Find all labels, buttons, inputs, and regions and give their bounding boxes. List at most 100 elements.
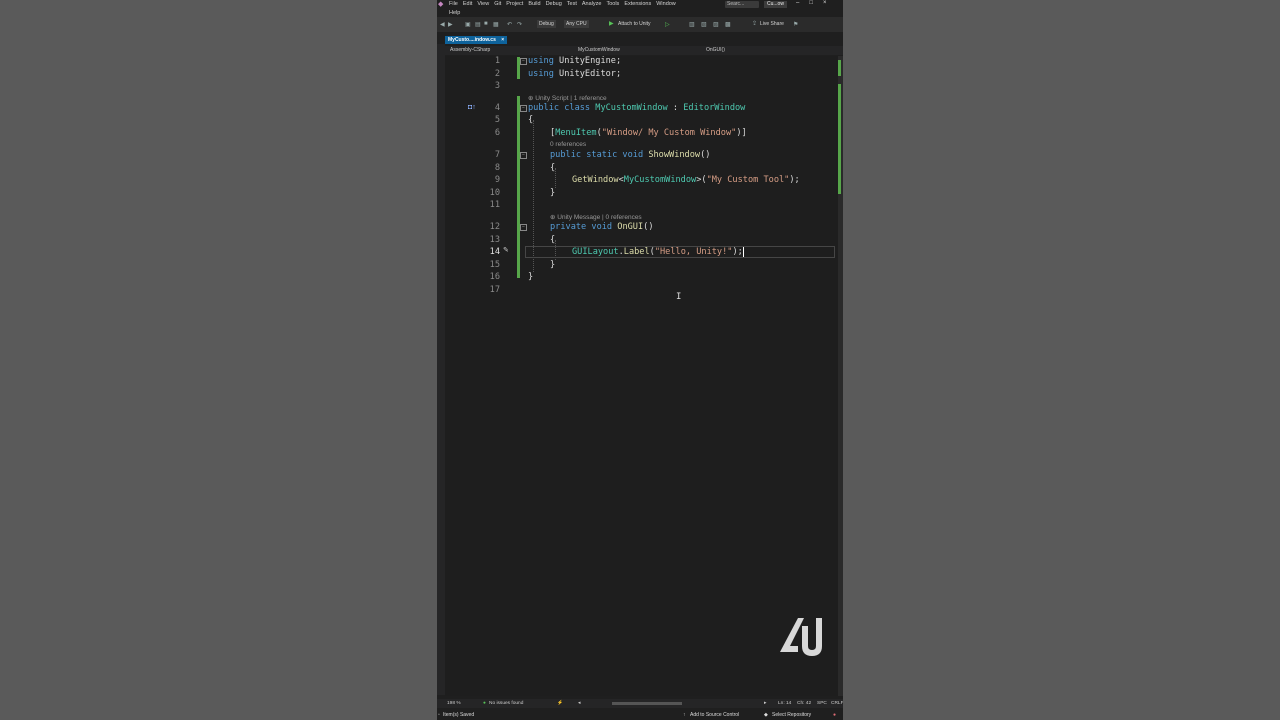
attach-to-unity-button[interactable]: Attach to Unity bbox=[618, 21, 651, 27]
search-box[interactable]: Searc... bbox=[725, 1, 759, 8]
menu-tools[interactable]: Tools bbox=[606, 1, 619, 7]
mouse-ibeam-cursor-icon: I bbox=[676, 292, 682, 302]
start-icon[interactable]: ▶ bbox=[609, 20, 614, 27]
code-line-6: [MenuItem("Window/ My Custom Window")] bbox=[550, 128, 747, 138]
scroll-change-marker bbox=[838, 84, 841, 194]
toolbar-icon[interactable]: ▥ bbox=[689, 21, 695, 28]
code-line-14: GUILayout.Label("Hello, Unity!"); bbox=[572, 247, 744, 257]
code-line-16: } bbox=[528, 272, 534, 282]
collapse-icon[interactable]: − bbox=[520, 152, 527, 159]
close-tab-icon[interactable]: × bbox=[501, 37, 504, 43]
code-line-9: GetWindow<MyCustomWindow>("My Custom Too… bbox=[572, 175, 800, 185]
codelens-ongui[interactable]: ⊕ Unity Message | 0 references bbox=[550, 213, 642, 221]
scroll-right-icon[interactable]: ▸ bbox=[764, 699, 766, 708]
save-all-icon[interactable]: ▦ bbox=[493, 21, 499, 28]
code-line-7: public static void ShowWindow() bbox=[550, 150, 711, 160]
status-bar: ▫ Item(s) Saved ↑ Add to Source Control … bbox=[437, 710, 843, 720]
tab-label: MyCusto....indow.cs bbox=[448, 37, 496, 43]
check-icon: ● bbox=[483, 701, 486, 706]
menu-project[interactable]: Project bbox=[506, 1, 523, 7]
save-icon[interactable]: ■ bbox=[484, 21, 488, 27]
undo-icon[interactable]: ↶ bbox=[507, 21, 512, 28]
window-controls: – □ × bbox=[796, 0, 826, 6]
notification-icon[interactable]: ● bbox=[833, 710, 836, 720]
maximize-icon[interactable]: □ bbox=[809, 0, 813, 6]
repository-icon[interactable]: ◆ bbox=[764, 710, 768, 720]
line-number: 15 bbox=[489, 260, 500, 270]
minimize-icon[interactable]: – bbox=[796, 0, 799, 6]
line-number: 11 bbox=[489, 200, 500, 210]
status-message: Item(s) Saved bbox=[443, 712, 475, 718]
menu-build[interactable]: Build bbox=[528, 1, 540, 7]
back-icon[interactable]: ◀ bbox=[440, 21, 445, 28]
live-share-button[interactable]: Live Share bbox=[760, 21, 784, 27]
whitespace-indicator[interactable]: SPC bbox=[817, 699, 827, 708]
toolbar-icon[interactable]: ▧ bbox=[701, 21, 707, 28]
channel-logo-watermark bbox=[780, 618, 822, 656]
project-dropdown[interactable]: Assembly-CSharp bbox=[450, 46, 490, 55]
codelens-showwindow[interactable]: 0 references bbox=[550, 141, 586, 148]
menu-edit[interactable]: Edit bbox=[463, 1, 472, 7]
horizontal-scrollbar[interactable] bbox=[612, 702, 682, 705]
toolbar-icon[interactable]: ▩ bbox=[725, 21, 731, 28]
code-editor[interactable]: ◘↑ − − − − ✎ 1 2 3 4 5 6 7 8 9 10 11 12 bbox=[445, 56, 842, 696]
close-icon[interactable]: × bbox=[823, 0, 827, 6]
member-dropdown[interactable]: OnGUI() bbox=[706, 46, 725, 55]
tab-mycustomwindow[interactable]: MyCusto....indow.cs × bbox=[445, 36, 508, 44]
live-share-icon[interactable]: ⇪ bbox=[752, 20, 757, 27]
run-without-debugging-icon[interactable]: ▷ bbox=[665, 21, 670, 28]
issues-indicator[interactable]: No issues found bbox=[489, 699, 523, 708]
add-to-source-control-button[interactable]: Add to Source Control bbox=[690, 710, 739, 720]
configuration-dropdown[interactable]: Debug bbox=[537, 20, 556, 28]
code-line-2: using UnityEditor; bbox=[528, 69, 622, 79]
search-text: Searc... bbox=[727, 1, 745, 7]
solution-name[interactable]: Cu...ow bbox=[764, 1, 787, 8]
menu-test[interactable]: Test bbox=[567, 1, 577, 7]
redo-icon[interactable]: ↷ bbox=[517, 21, 522, 28]
column-indicator[interactable]: Ch: 42 bbox=[797, 699, 811, 708]
code-cleanup-icon[interactable]: ⚡ bbox=[557, 699, 563, 708]
menu-analyze[interactable]: Analyze bbox=[582, 1, 602, 7]
zoom-level[interactable]: 198 % bbox=[447, 699, 461, 708]
type-dropdown[interactable]: MyCustomWindow bbox=[578, 46, 620, 55]
collapse-icon[interactable]: − bbox=[520, 224, 527, 231]
code-line-5: { bbox=[528, 115, 534, 125]
line-number: 9 bbox=[494, 175, 500, 185]
feedback-icon[interactable]: ⚑ bbox=[793, 21, 798, 28]
menu-help[interactable]: Help bbox=[449, 10, 460, 16]
line-number: 1 bbox=[494, 56, 500, 66]
menu-git[interactable]: Git bbox=[494, 1, 501, 7]
codelens-class[interactable]: ⊕ Unity Script | 1 reference bbox=[528, 94, 607, 102]
line-number: 10 bbox=[489, 188, 500, 198]
select-repository-button[interactable]: Select Repository bbox=[772, 710, 811, 720]
toolbar-icon[interactable]: ▨ bbox=[713, 21, 719, 28]
menu-window[interactable]: Window bbox=[656, 1, 676, 7]
toolbar: ◀ ▶ ▣ ▤ ■ ▦ ↶ ↷ Debug Any CPU ▶ Attach t… bbox=[437, 17, 843, 32]
line-indicator[interactable]: Ln: 14 bbox=[778, 699, 791, 708]
new-item-icon[interactable]: ▣ bbox=[465, 21, 471, 28]
code-line-12: private void OnGUI() bbox=[550, 222, 654, 232]
menu-file[interactable]: File bbox=[449, 1, 458, 7]
menu-extensions[interactable]: Extensions bbox=[624, 1, 651, 7]
scroll-change-marker bbox=[838, 60, 841, 76]
edit-pencil-icon: ✎ bbox=[503, 247, 509, 254]
menu-list: File Edit View Git Project Build Debug T… bbox=[449, 1, 676, 7]
navigation-bar: Assembly-CSharp MyCustomWindow OnGUI() bbox=[437, 46, 843, 55]
line-number: 7 bbox=[494, 150, 500, 160]
code-line-1: using UnityEngine; bbox=[528, 56, 622, 66]
collapse-icon[interactable]: − bbox=[520, 58, 527, 65]
scroll-left-icon[interactable]: ◂ bbox=[578, 699, 580, 708]
vertical-scrollbar[interactable] bbox=[838, 56, 843, 696]
collapse-icon[interactable]: − bbox=[520, 105, 527, 112]
forward-icon[interactable]: ▶ bbox=[448, 21, 453, 28]
editor-status-bar: 198 % ● No issues found ⚡ ◂ ▸ Ln: 14 Ch:… bbox=[437, 699, 843, 708]
visual-studio-logo-icon: ◆ bbox=[438, 1, 444, 8]
source-control-icon[interactable]: ↑ bbox=[683, 710, 686, 720]
menu-debug[interactable]: Debug bbox=[546, 1, 562, 7]
platform-dropdown[interactable]: Any CPU bbox=[564, 20, 589, 28]
line-number: 17 bbox=[489, 285, 500, 295]
text-caret bbox=[742, 247, 744, 257]
open-icon[interactable]: ▤ bbox=[475, 21, 481, 28]
line-ending-indicator[interactable]: CRLF bbox=[831, 699, 843, 708]
menu-view[interactable]: View bbox=[477, 1, 489, 7]
